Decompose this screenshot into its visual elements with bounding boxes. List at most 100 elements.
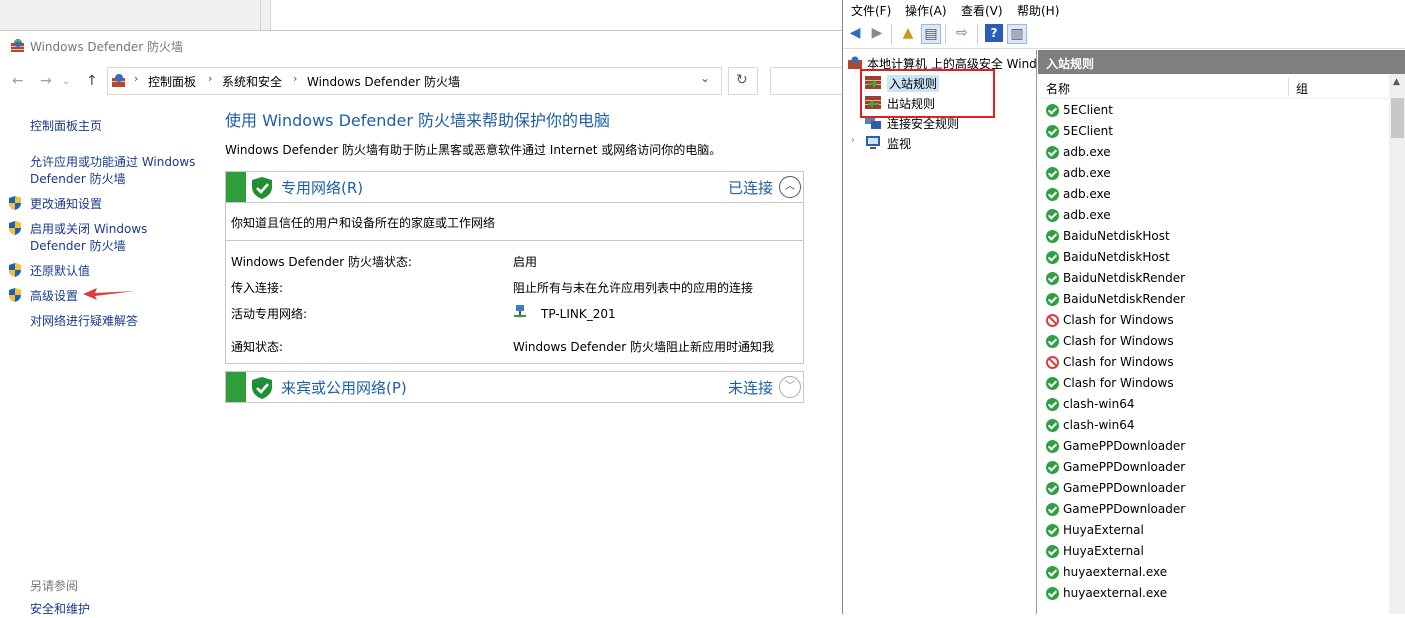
chevron-down-icon[interactable]: ⌄ xyxy=(700,71,710,85)
allow-rule-icon xyxy=(1046,335,1059,348)
list-title-bar: 入站规则 xyxy=(1038,50,1405,74)
rule-name: huyaexternal.exe xyxy=(1063,565,1168,579)
allow-rule-icon xyxy=(1046,377,1059,390)
rule-name: clash-win64 xyxy=(1063,418,1135,432)
uac-shield-icon xyxy=(9,196,21,210)
sidebar-restore-defaults-link[interactable]: 还原默认值 xyxy=(30,263,90,280)
sidebar-troubleshoot-link[interactable]: 对网络进行疑难解答 xyxy=(30,313,138,330)
rule-name: BaiduNetdiskRender xyxy=(1063,292,1186,306)
sidebar-allow-app-link[interactable]: 允许应用或功能通过 Windows Defender 防火墙 xyxy=(30,154,210,188)
menu-help[interactable]: 帮助(H) xyxy=(1017,2,1059,19)
chevron-right-icon[interactable]: › xyxy=(208,72,212,85)
sidebar-advanced-settings-link[interactable]: 高级设置 xyxy=(30,288,78,305)
rule-name: Clash for Windows xyxy=(1063,355,1174,369)
column-name[interactable]: 名称 xyxy=(1046,80,1070,97)
up-folder-icon[interactable]: ▲ xyxy=(899,24,917,42)
red-arrow-annotation-icon xyxy=(83,288,135,300)
allow-rule-icon xyxy=(1046,566,1059,579)
sidebar-home-link[interactable]: 控制面板主页 xyxy=(30,118,102,135)
recent-dropdown-icon[interactable]: ⌄ xyxy=(62,76,70,87)
expand-arrow-icon[interactable]: › xyxy=(851,135,855,146)
advanced-security-window: 文件(F) 操作(A) 查看(V) 帮助(H) ◀ ▶ ▲ ▤ ⇨ ? ▥ 本地… xyxy=(842,0,1405,614)
page-title: 使用 Windows Defender 防火墙来帮助保护你的电脑 xyxy=(225,111,611,130)
allow-rule-icon xyxy=(1046,251,1059,264)
rule-name: adb.exe xyxy=(1063,166,1111,180)
uac-shield-icon xyxy=(9,221,21,235)
see-also-heading: 另请参阅 xyxy=(30,579,79,593)
column-separator[interactable] xyxy=(1288,78,1289,96)
uac-shield-icon xyxy=(9,288,21,302)
active-network-label: 活动专用网络: xyxy=(231,307,308,321)
back-icon[interactable]: ← xyxy=(12,73,24,89)
firewall-state-label: Windows Defender 防火墙状态: xyxy=(231,255,413,269)
rule-name: Clash for Windows xyxy=(1063,376,1174,390)
incoming-connections-label: 传入连接: xyxy=(231,281,284,295)
public-network-status: 未连接 xyxy=(727,379,773,397)
expand-chevron-icon[interactable]: ﹀ xyxy=(779,376,801,398)
list-title: 入站规则 xyxy=(1046,57,1095,71)
chevron-right-icon: › xyxy=(134,72,139,85)
allow-rule-icon xyxy=(1046,230,1059,243)
block-rule-icon xyxy=(1046,314,1059,327)
breadcrumb-system-security[interactable]: 系统和安全 xyxy=(222,73,282,90)
column-group[interactable]: 组 xyxy=(1296,80,1308,97)
rule-name: clash-win64 xyxy=(1063,397,1135,411)
rule-name: adb.exe xyxy=(1063,187,1111,201)
rule-name: huyaexternal.exe xyxy=(1063,586,1168,600)
scroll-up-icon[interactable]: ▲ xyxy=(1393,77,1400,87)
refresh-button[interactable]: ↻ xyxy=(728,67,758,95)
background-divider xyxy=(260,0,261,30)
breadcrumb-firewall[interactable]: Windows Defender 防火墙 xyxy=(307,73,460,90)
forward-icon[interactable]: → xyxy=(40,73,52,89)
sidebar-change-notify-link[interactable]: 更改通知设置 xyxy=(30,196,102,213)
security-maintenance-link[interactable]: 安全和维护 xyxy=(30,601,90,618)
status-bar-green xyxy=(226,172,246,202)
status-bar-green xyxy=(226,372,246,402)
rule-name: GamePPDownloader xyxy=(1063,481,1186,495)
title-bar: Windows Defender 防火墙 xyxy=(0,31,842,61)
vertical-scrollbar[interactable] xyxy=(1389,74,1405,614)
private-network-panel: 专用网络(R) 已连接 ︿ 你知道且信任的用户和设备所在的家庭或工作网络 Win… xyxy=(225,171,804,364)
rule-name: GamePPDownloader xyxy=(1063,439,1186,453)
rule-name: 5EClient xyxy=(1063,103,1113,117)
export-list-icon[interactable]: ⇨ xyxy=(953,24,971,42)
rule-name: BaiduNetdiskHost xyxy=(1063,250,1170,264)
show-action-pane-icon[interactable]: ▥ xyxy=(1007,24,1027,44)
allow-rule-icon xyxy=(1046,104,1059,117)
private-network-subtitle: 你知道且信任的用户和设备所在的家庭或工作网络 xyxy=(231,216,496,230)
menu-file[interactable]: 文件(F) xyxy=(851,2,891,19)
toolbar: ◀ ▶ ▲ ▤ ⇨ ? ▥ xyxy=(843,20,1405,49)
menu-action[interactable]: 操作(A) xyxy=(905,2,947,19)
toolbar-separator xyxy=(945,24,946,44)
up-icon[interactable]: ↑ xyxy=(86,73,98,89)
allow-rule-icon xyxy=(1046,272,1059,285)
scroll-thumb[interactable] xyxy=(1391,98,1404,138)
block-rule-icon xyxy=(1046,356,1059,369)
allow-rule-icon xyxy=(1046,461,1059,474)
incoming-connections-value: 阻止所有与未在允许应用列表中的应用的连接 xyxy=(513,281,754,295)
menu-view[interactable]: 查看(V) xyxy=(961,2,1003,19)
chevron-right-icon[interactable]: › xyxy=(293,72,297,85)
notification-state-label: 通知状态: xyxy=(231,340,284,354)
rule-name: HuyaExternal xyxy=(1063,544,1144,558)
show-hide-tree-icon[interactable]: ▤ xyxy=(921,24,941,44)
sidebar-toggle-firewall-link[interactable]: 启用或关闭 Windows Defender 防火墙 xyxy=(30,221,180,255)
rule-name: BaiduNetdiskHost xyxy=(1063,229,1170,243)
address-bar[interactable]: › 控制面板 › 系统和安全 › Windows Defender 防火墙 ⌄ xyxy=(107,67,722,95)
menu-bar: 文件(F) 操作(A) 查看(V) 帮助(H) xyxy=(843,0,1405,20)
tree-monitoring[interactable]: 监视 xyxy=(887,135,911,152)
allow-rule-icon xyxy=(1046,167,1059,180)
control-panel-window: Windows Defender 防火墙 ← → ⌄ ↑ › 控制面板 › 系统… xyxy=(0,30,843,618)
breadcrumb-control-panel[interactable]: 控制面板 xyxy=(148,73,196,90)
firewall-icon xyxy=(11,39,24,52)
rule-name: GamePPDownloader xyxy=(1063,460,1186,474)
forward-arrow-icon[interactable]: ▶ xyxy=(868,24,886,42)
allow-rule-icon xyxy=(1046,209,1059,222)
allow-rule-icon xyxy=(1046,146,1059,159)
back-arrow-icon[interactable]: ◀ xyxy=(846,24,864,42)
collapse-chevron-icon[interactable]: ︿ xyxy=(779,176,801,198)
public-network-panel[interactable]: 来宾或公用网络(P) 未连接 ﹀ xyxy=(225,371,804,403)
search-input[interactable] xyxy=(770,67,843,95)
rules-list-pane: 入站规则 名称 组 ▲ 5EClient 5EClient adb.exe adb.e… xyxy=(1038,50,1405,614)
help-icon[interactable]: ? xyxy=(985,24,1003,42)
